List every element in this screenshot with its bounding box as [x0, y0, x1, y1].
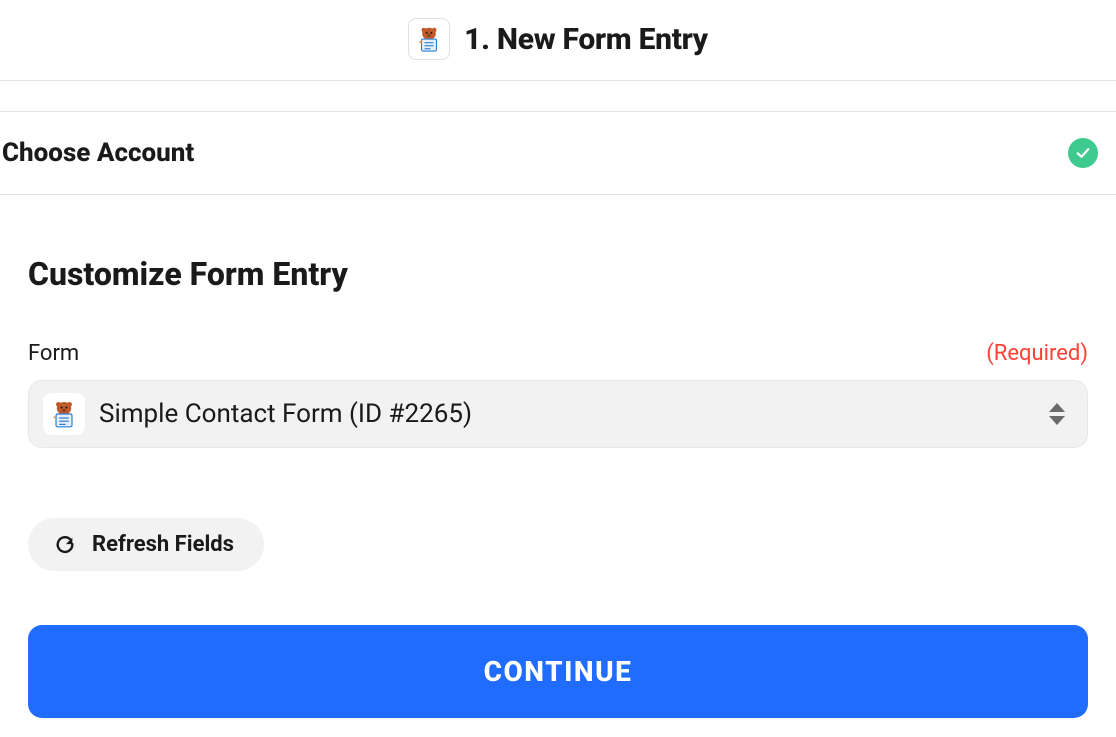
form-select[interactable]: Simple Contact Form (ID #2265) — [28, 380, 1088, 448]
choose-account-label: Choose Account — [2, 138, 194, 168]
sort-caret-icon — [1049, 403, 1065, 425]
step-header: 1. New Form Entry — [0, 0, 1116, 81]
form-field-label-row: Form (Required) — [28, 341, 1088, 366]
refresh-fields-button[interactable]: Refresh Fields — [28, 518, 264, 571]
wpforms-icon — [43, 393, 85, 435]
section-title: Customize Form Entry — [28, 255, 1088, 293]
customize-form-entry-section: Customize Form Entry Form (Required) Sim… — [0, 195, 1116, 718]
continue-button[interactable]: CONTINUE — [28, 625, 1088, 718]
choose-account-section[interactable]: Choose Account — [0, 111, 1116, 195]
check-icon — [1068, 138, 1098, 168]
form-select-value: Simple Contact Form (ID #2265) — [99, 399, 472, 429]
form-field-label: Form — [28, 341, 79, 366]
required-tag: (Required) — [986, 341, 1088, 366]
refresh-icon — [54, 534, 76, 556]
refresh-fields-label: Refresh Fields — [92, 532, 234, 557]
step-title: 1. New Form Entry — [464, 22, 708, 57]
wpforms-icon — [408, 18, 450, 60]
